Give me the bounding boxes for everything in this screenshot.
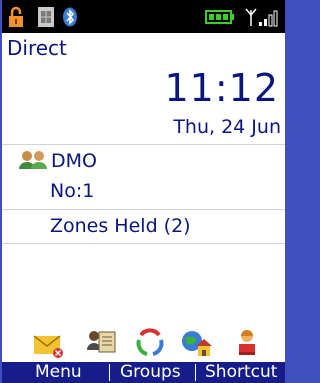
messages-icon[interactable] [32, 326, 66, 360]
bluetooth-icon [63, 7, 77, 27]
menu-softkey[interactable]: Menu [35, 362, 82, 383]
signal-icon [245, 8, 278, 27]
lock-icon [9, 6, 23, 27]
shortcut-softkey[interactable]: Shortcut [205, 362, 277, 383]
talkgroup-number: No:1 [50, 180, 95, 202]
battery-icon [205, 10, 234, 24]
shortcut-tray [2, 326, 285, 362]
softkey-separator [195, 364, 196, 381]
groups-softkey[interactable]: Groups [120, 362, 181, 383]
divider [2, 243, 285, 244]
home-network-icon[interactable] [179, 326, 213, 360]
softkey-separator [109, 364, 110, 381]
clock-time: 11:12 [164, 66, 279, 110]
sync-icon[interactable] [133, 326, 167, 360]
group-icon [19, 151, 47, 169]
user-icon[interactable] [230, 326, 264, 360]
phone-screen: Direct 11:12 Thu, 24 Jun DMO No:1 Zones … [2, 0, 285, 383]
contacts-icon[interactable] [84, 326, 118, 360]
mode-label: Direct [7, 36, 67, 60]
zones-held[interactable]: Zones Held (2) [50, 214, 191, 238]
clock-date: Thu, 24 Jun [173, 116, 281, 138]
divider [2, 209, 285, 210]
sim-icon [38, 7, 54, 27]
softkey-bar: Menu Groups Shortcut [2, 362, 285, 383]
status-bar [2, 0, 285, 33]
talkgroup-name: DMO [51, 150, 97, 172]
divider [2, 144, 285, 145]
